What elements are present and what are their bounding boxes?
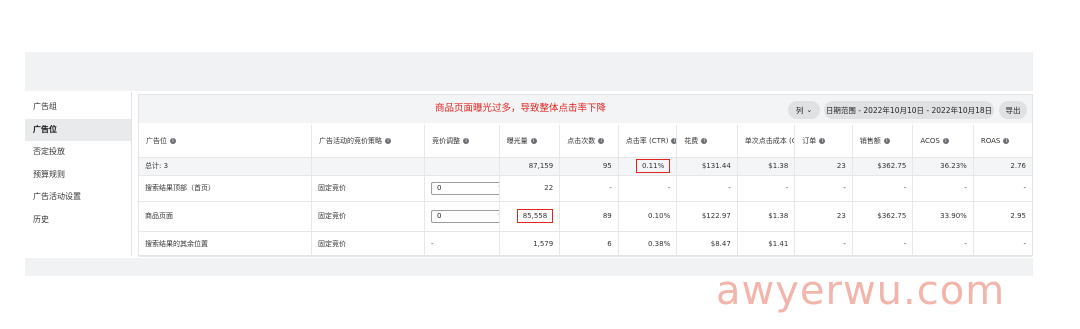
info-icon[interactable]: i: [1003, 137, 1010, 144]
bid-adjustment-value: 0: [437, 184, 442, 192]
annotation-text: 商品页面曝光过多，导致整体点击率下降: [435, 103, 607, 114]
header-ctr[interactable]: 点击率 (CTR) i: [618, 125, 678, 158]
placement-name: 商品页面: [139, 201, 313, 232]
bid-strategy: 固定竞价: [311, 231, 426, 257]
header-placement[interactable]: 广告位 i: [139, 125, 313, 158]
table-row: 商品页面 固定竞价 0 % 85,558 89 0.10% $122.97 $1…: [139, 201, 1032, 232]
orders: -: [794, 175, 853, 202]
orders: -: [794, 231, 853, 257]
ctr: 0.10%: [618, 201, 678, 232]
spend: $122.97: [676, 201, 738, 232]
bid-adjustment-value: 0: [437, 212, 442, 220]
info-icon[interactable]: i: [598, 137, 605, 144]
table-row: 搜索结果的其余位置 固定竞价 - 1,579 6 0.38% $8.47 $1.…: [139, 231, 1032, 257]
impressions-highlight: 85,558: [516, 209, 554, 223]
sidebar: 广告组 广告位 否定投放 预算规则 广告活动设置 历史: [25, 96, 131, 232]
sidebar-item-negative-targeting[interactable]: 否定投放: [25, 141, 131, 164]
table-toolbar: 商品页面曝光过多，导致整体点击率下降 列 ⌄ 日期范围 - 2022年10月10…: [139, 95, 1032, 123]
ctr: -: [618, 175, 678, 202]
table-row: 搜索结果顶部（首页） 固定竞价 0 % 22 - - - - - - - -: [139, 175, 1032, 202]
placement-name: 搜索结果顶部（首页）: [139, 175, 313, 202]
info-icon[interactable]: i: [671, 137, 676, 144]
sales: -: [852, 231, 914, 257]
header-cpc[interactable]: 单次点击成本 (CPC): [737, 125, 796, 158]
header-impressions[interactable]: 曝光量 i: [499, 125, 561, 158]
header-orders[interactable]: 订单 i: [794, 125, 853, 158]
info-icon[interactable]: i: [170, 137, 176, 144]
header-clicks[interactable]: 点击次数 i: [559, 125, 619, 158]
info-icon[interactable]: i: [942, 137, 949, 144]
total-orders: 23: [794, 157, 853, 176]
sidebar-item-budget-rules[interactable]: 预算规则: [25, 164, 131, 187]
sidebar-item-placements[interactable]: 广告位: [25, 118, 131, 142]
total-ctr-cell: 0.11%: [618, 157, 678, 176]
info-icon[interactable]: i: [701, 137, 708, 144]
info-icon[interactable]: i: [463, 137, 470, 144]
header-band: [25, 52, 1033, 91]
total-label: 总计: 3: [139, 157, 313, 176]
header-sales[interactable]: 销售额 i: [852, 125, 914, 158]
bid-strategy: 固定竞价: [311, 201, 426, 232]
sidebar-item-ad-groups[interactable]: 广告组: [25, 96, 131, 119]
columns-button-label: 列: [795, 105, 804, 115]
impressions-cell: 85,558: [499, 201, 561, 232]
acos: 33.90%: [912, 201, 974, 232]
orders: 23: [794, 201, 853, 232]
header-roas[interactable]: ROAS i: [973, 125, 1032, 158]
placement-name: 搜索结果的其余位置: [139, 231, 313, 257]
header-bid-adjustment[interactable]: 竞价调整 i: [424, 125, 500, 158]
info-icon[interactable]: i: [819, 137, 826, 144]
impressions: 1,579: [499, 231, 561, 257]
sales: -: [852, 175, 914, 202]
total-row: 总计: 3 87,159 95 0.11% $131.44 $1.38 23 $…: [139, 157, 1032, 176]
cpc: $1.41: [737, 231, 796, 257]
acos: -: [912, 231, 974, 257]
impressions: 22: [499, 175, 561, 202]
ctr: 0.38%: [618, 231, 678, 257]
clicks: -: [559, 175, 619, 202]
total-ctr-highlight: 0.11%: [636, 159, 671, 173]
placements-panel: 商品页面曝光过多，导致整体点击率下降 列 ⌄ 日期范围 - 2022年10月10…: [138, 94, 1033, 257]
table-header-row: 广告位 i 广告活动的竞价策略 i 竞价调整 i 曝光量 i 点击次数 i 点击率 (CT…: [139, 125, 1032, 158]
header-acos[interactable]: ACOS i: [912, 125, 974, 158]
columns-button[interactable]: 列 ⌄: [788, 101, 820, 119]
header-bid-strategy[interactable]: 广告活动的竞价策略 i: [311, 125, 426, 158]
cpc: $1.38: [737, 201, 796, 232]
sidebar-item-history[interactable]: 历史: [25, 209, 131, 232]
cpc: -: [737, 175, 796, 202]
total-impressions: 87,159: [499, 157, 561, 176]
placements-table: 广告位 i 广告活动的竞价策略 i 竞价调整 i 曝光量 i 点击次数 i 点击率 (CT…: [139, 125, 1032, 257]
bid-adjustment-value: -: [424, 231, 500, 257]
clicks: 89: [559, 201, 619, 232]
spend: $8.47: [676, 231, 738, 257]
acos: -: [912, 175, 974, 202]
sales: $362.75: [852, 201, 914, 232]
total-clicks: 95: [559, 157, 619, 176]
roas: -: [973, 175, 1032, 202]
bid-adjustment-input[interactable]: 0 %: [431, 181, 499, 195]
total-cpc: $1.38: [737, 157, 796, 176]
info-icon[interactable]: i: [385, 137, 392, 144]
info-icon[interactable]: i: [530, 137, 537, 144]
export-button[interactable]: 导出: [999, 101, 1027, 119]
sidebar-divider: [131, 92, 132, 256]
total-acos: 36.23%: [912, 157, 974, 176]
clicks: 6: [559, 231, 619, 257]
total-spend: $131.44: [676, 157, 738, 176]
sidebar-item-campaign-settings[interactable]: 广告活动设置: [25, 186, 131, 209]
chevron-down-icon: ⌄: [806, 106, 813, 114]
bid-strategy: 固定竞价: [311, 175, 426, 202]
bid-adjustment-input[interactable]: 0 %: [431, 209, 499, 223]
spend: -: [676, 175, 738, 202]
header-spend[interactable]: 花费 i: [676, 125, 738, 158]
total-sales: $362.75: [852, 157, 914, 176]
info-icon[interactable]: i: [883, 137, 890, 144]
watermark: awyerwu.com: [716, 268, 1006, 314]
roas: 2.95: [973, 201, 1032, 232]
date-range-button[interactable]: 日期范围 - 2022年10月10日 - 2022年10月18日: [824, 101, 994, 119]
total-roas: 2.76: [973, 157, 1032, 176]
roas: -: [973, 231, 1032, 257]
